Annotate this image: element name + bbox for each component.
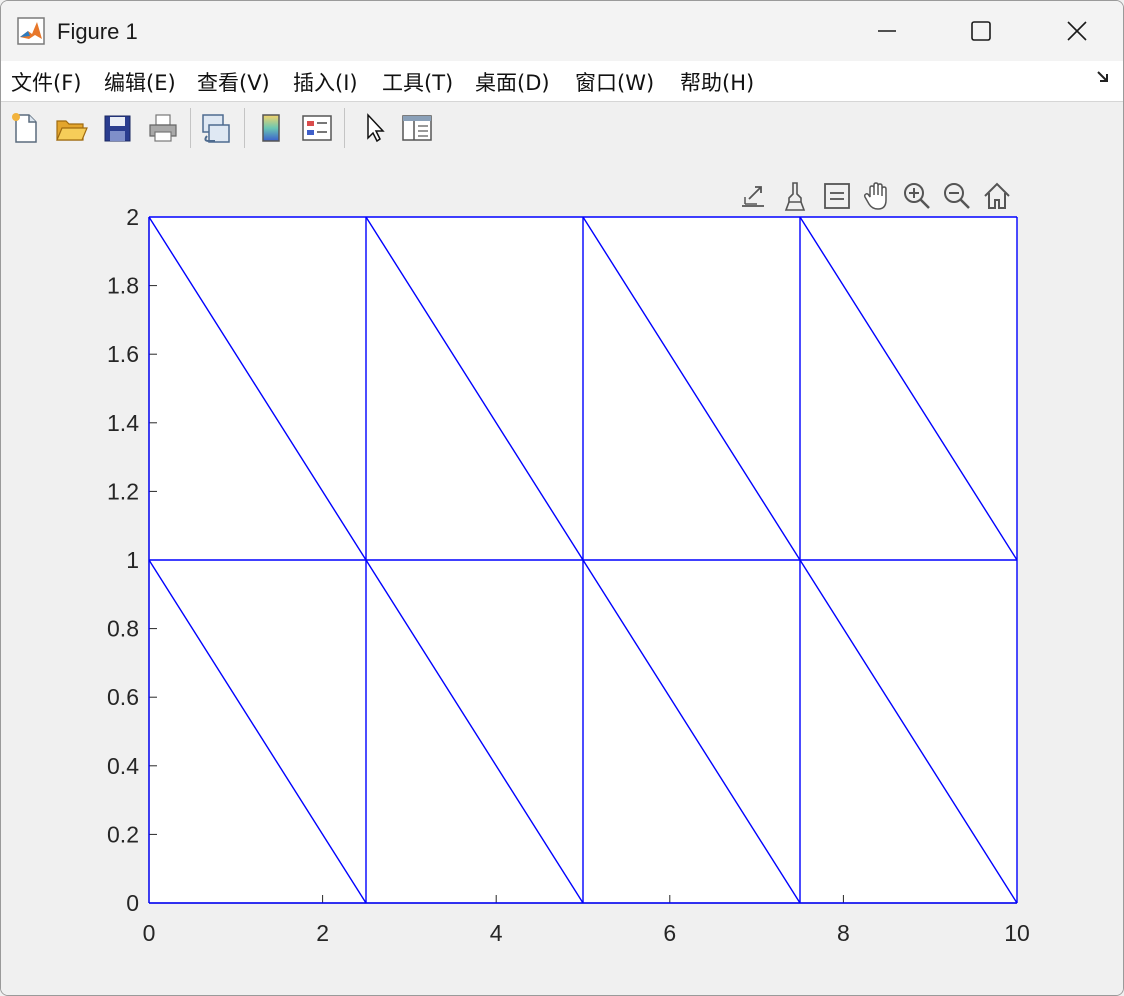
y-tick-label: 0.2: [107, 821, 139, 847]
y-tick-label: 1.8: [107, 273, 139, 299]
y-tick-label: 1.6: [107, 341, 139, 367]
x-tick-label: 2: [316, 920, 329, 946]
y-tick-label: 0.4: [107, 753, 139, 779]
y-tick-label: 1.2: [107, 478, 139, 504]
y-tick-label: 2: [126, 204, 139, 230]
y-tick-label: 0: [126, 890, 139, 916]
x-tick-label: 0: [143, 920, 156, 946]
x-tick-label: 4: [490, 920, 503, 946]
plot-svg: 0 2 4 6 8 10 0 0.2 0.4 0.6 0.8 1 1.2 1.4 1.6 1.8 2: [107, 204, 1030, 946]
x-tick-label: 10: [1004, 920, 1030, 946]
figure-window: Figure 1 文件(F) 编辑(E) 查看(V) 插入(I) 工具(T) 桌…: [0, 0, 1124, 996]
y-tick-label: 0.8: [107, 616, 139, 642]
x-tick-label: 6: [663, 920, 676, 946]
y-tick-label: 0.6: [107, 684, 139, 710]
y-tick-label: 1: [126, 547, 139, 573]
x-tick-label: 8: [837, 920, 850, 946]
y-tick-label: 1.4: [107, 410, 139, 436]
